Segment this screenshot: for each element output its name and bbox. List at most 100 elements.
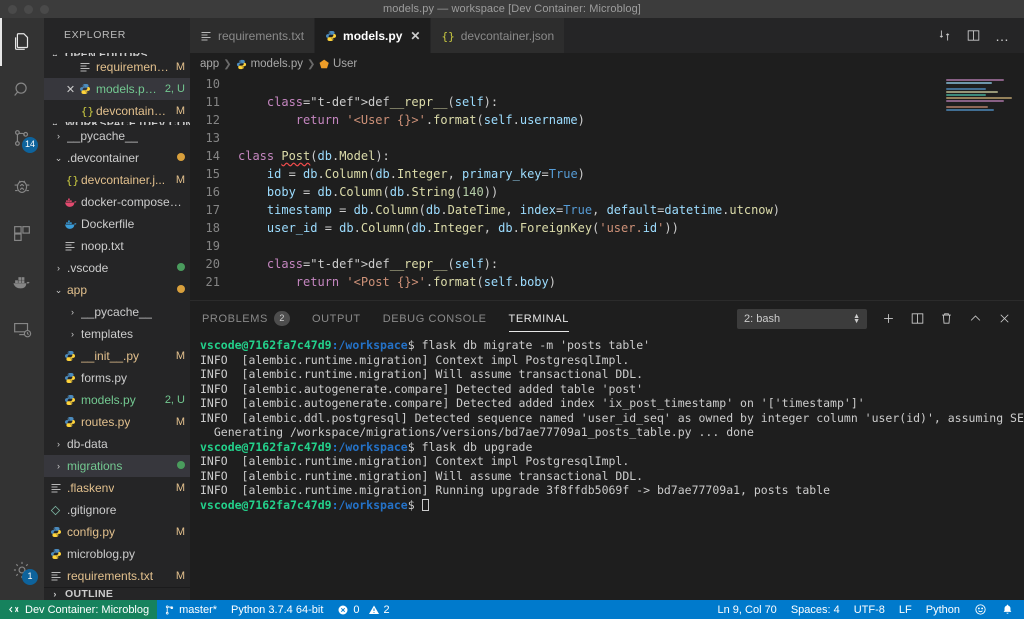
editor-tab[interactable]: models.py ✕ (315, 18, 432, 53)
terminal-cursor (421, 498, 429, 511)
tree-folder-item[interactable]: › db-data (44, 433, 190, 455)
status-cursor-position[interactable]: Ln 9, Col 70 (710, 600, 783, 619)
close-panel-icon[interactable] (997, 311, 1012, 326)
source-control-badge: 14 (21, 137, 38, 153)
editor-tab[interactable]: requirements.txt (190, 18, 316, 53)
tree-file-item[interactable]: docker-compose.y... (44, 191, 190, 213)
kill-terminal-icon[interactable] (939, 311, 954, 326)
panel-tab[interactable]: DEBUG CONSOLE (383, 301, 487, 336)
split-terminal-icon[interactable] (910, 311, 925, 326)
tree-file-item[interactable]: __init__.py M (44, 345, 190, 367)
window-controls[interactable] (8, 4, 49, 14)
tree-file-item[interactable]: microblog.py (44, 543, 190, 565)
status-language-mode[interactable]: Python (919, 600, 967, 619)
terminal-output-line: INFO [alembic.ddl.postgresql] Detected s… (200, 410, 1024, 425)
python-icon (64, 372, 81, 384)
maximize-window-button[interactable] (40, 4, 49, 14)
status-indentation[interactable]: Spaces: 4 (784, 600, 847, 619)
code-text: return '<Post {}>'.format(self.boby) (295, 275, 556, 289)
tree-file-item[interactable]: noop.txt (44, 235, 190, 257)
open-editor-item[interactable]: requirement... M (44, 56, 190, 78)
code-editor[interactable]: 10 11 class="t-def">def __repr__(self): 12… (190, 75, 1024, 300)
python-icon (64, 394, 81, 406)
python-icon (50, 548, 67, 560)
terminal-output-line: INFO [alembic.autogenerate.compare] Dete… (200, 396, 865, 410)
tree-file-item[interactable]: .gitignore (44, 499, 190, 521)
code-text: class Post(db.Model): (238, 149, 390, 163)
code-line: 11 class="t-def">def __repr__(self): (190, 93, 1024, 111)
panel-tab[interactable]: TERMINAL (508, 301, 570, 336)
editor-tab[interactable]: {} devcontainer.json (431, 18, 566, 53)
close-window-button[interactable] (8, 4, 17, 14)
tree-item-label: models.py (81, 393, 136, 407)
tree-item-label: app (67, 283, 88, 297)
split-editor-icon[interactable] (966, 28, 981, 43)
tree-folder-item[interactable]: › __pycache__ (44, 125, 190, 147)
activity-item-docker[interactable] (0, 258, 44, 306)
code-text: class="t-def">def (266, 257, 390, 271)
status-language-label: Python (925, 603, 960, 616)
git-status-letter: M (175, 570, 185, 582)
tree-folder-item[interactable]: ⌄ app (44, 279, 190, 301)
tree-file-item[interactable]: {} devcontainer.j... M (44, 169, 190, 191)
tree-file-item[interactable]: Dockerfile (44, 213, 190, 235)
activity-item-remote-explorer[interactable] (0, 306, 44, 354)
tree-folder-item[interactable]: ⌄ .devcontainer (44, 147, 190, 169)
tree-file-item[interactable]: .flaskenv M (44, 477, 190, 499)
text-file-icon (200, 30, 212, 42)
status-python-interpreter[interactable]: Python 3.7.4 64-bit (224, 600, 330, 619)
activity-item-source-control[interactable]: 14 (0, 114, 44, 162)
activity-item-search[interactable] (0, 66, 44, 114)
breadcrumb-item-app[interactable]: app (200, 58, 219, 70)
status-remote-indicator[interactable]: Dev Container: Microblog (0, 600, 158, 619)
status-encoding[interactable]: UTF-8 (847, 600, 892, 619)
tree-folder-item[interactable]: › __pycache__ (44, 301, 190, 323)
line-number: 12 (205, 113, 220, 127)
more-actions-icon[interactable]: … (995, 29, 1010, 43)
python-icon (236, 59, 247, 70)
breadcrumb-item-models[interactable]: models.py (251, 58, 303, 70)
activity-item-explorer[interactable] (0, 18, 44, 66)
chevron-updown-icon: ▲ ▼ (853, 312, 860, 325)
tree-file-item[interactable]: routes.py M (44, 411, 190, 433)
status-problems[interactable]: 0 2 (330, 600, 396, 619)
terminal-selector-value: 2: bash (744, 312, 781, 325)
panel-tabs: PROBLEMS 2 OUTPUT DEBUG CONSOLE TERMINAL (202, 301, 570, 336)
panel-tab[interactable]: PROBLEMS 2 (202, 301, 290, 336)
activity-item-extensions[interactable] (0, 210, 44, 258)
editor-vertical-scrollbar[interactable] (1010, 75, 1024, 300)
open-editor-item[interactable]: ✕ models.py ... 2, U (44, 78, 190, 100)
minimize-window-button[interactable] (24, 4, 33, 14)
activity-item-run-and-debug[interactable] (0, 162, 44, 210)
section-outline[interactable]: › OUTLINE (44, 587, 190, 600)
python-icon (79, 83, 96, 95)
tree-item-label: devcontainer.j... (81, 173, 166, 187)
panel-tab[interactable]: OUTPUT (312, 301, 361, 336)
maximize-panel-icon[interactable] (968, 311, 983, 326)
terminal-output[interactable]: vscode@7162fa7c47d9:/workspace$ flask db… (190, 336, 1024, 600)
tree-folder-item[interactable]: › migrations (44, 455, 190, 477)
status-eol[interactable]: LF (892, 600, 919, 619)
open-editor-item[interactable]: {} devcontaine... M (44, 100, 190, 122)
new-terminal-icon[interactable] (881, 311, 896, 326)
terminal-selector[interactable]: 2: bash ▲ ▼ (737, 308, 867, 329)
status-notifications[interactable] (994, 600, 1024, 619)
bottom-panel: PROBLEMS 2 OUTPUT DEBUG CONSOLE TERMINAL 2: … (190, 300, 1024, 600)
tree-item-label: .flaskenv (67, 481, 115, 495)
tree-folder-item[interactable]: › .vscode (44, 257, 190, 279)
open-changes-icon[interactable] (937, 28, 952, 43)
workspace-file-tree: › __pycache__ ⌄ .devcontainer {} devcontainer… (44, 125, 190, 587)
tree-file-item[interactable]: requirements.txt M (44, 565, 190, 587)
python-icon (50, 526, 67, 538)
tree-file-item[interactable]: forms.py (44, 367, 190, 389)
close-icon[interactable]: ✕ (62, 83, 79, 96)
status-feedback[interactable] (967, 600, 994, 619)
tree-file-item[interactable]: config.py M (44, 521, 190, 543)
breadcrumb-item-user[interactable]: User (333, 58, 357, 70)
close-icon[interactable]: ✕ (410, 29, 420, 43)
tree-folder-item[interactable]: › templates (44, 323, 190, 345)
tree-file-item[interactable]: models.py 2, U (44, 389, 190, 411)
activity-item-manage[interactable]: 1 (0, 546, 44, 594)
status-branch[interactable]: master* (157, 600, 224, 619)
tree-item-label: __pycache__ (67, 129, 139, 143)
